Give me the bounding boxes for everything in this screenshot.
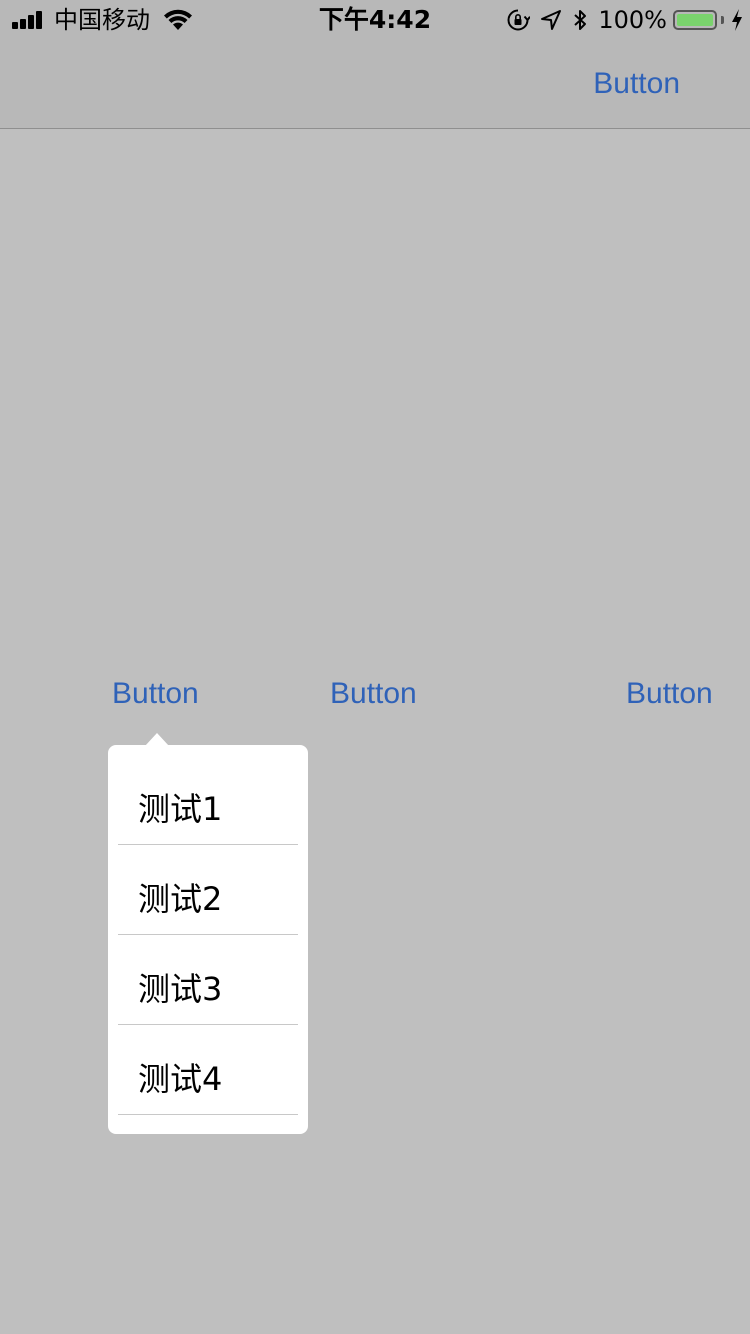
left-button[interactable]: Button <box>112 672 199 716</box>
battery-percent: 100% <box>598 6 667 34</box>
bluetooth-icon <box>572 6 588 34</box>
location-arrow-icon <box>540 6 562 34</box>
status-bar: 中国移动 下午4:42 100% <box>0 0 750 40</box>
orientation-lock-icon <box>506 6 531 34</box>
menu-item-label: 测试1 <box>138 790 223 828</box>
menu-item-2[interactable]: 测试2 <box>118 845 298 935</box>
popover-menu: 测试1 测试2 测试3 测试4 <box>108 745 308 1134</box>
battery-icon <box>673 10 717 30</box>
menu-item-4[interactable]: 测试4 <box>118 1025 298 1115</box>
navigation-bar: Button <box>0 40 750 129</box>
status-right-group: 100% <box>506 6 744 34</box>
middle-button[interactable]: Button <box>330 672 417 716</box>
menu-item-1[interactable]: 测试1 <box>118 755 298 845</box>
menu-item-label: 测试3 <box>138 970 223 1008</box>
battery-level-fill <box>677 14 713 26</box>
battery-tip <box>721 16 724 24</box>
menu-item-label: 测试4 <box>138 1060 223 1098</box>
charging-bolt-icon <box>730 6 744 34</box>
menu-item-label: 测试2 <box>138 880 223 918</box>
menu-item-3[interactable]: 测试3 <box>118 935 298 1025</box>
right-button[interactable]: Button <box>626 672 713 716</box>
nav-right-button[interactable]: Button <box>593 62 680 106</box>
